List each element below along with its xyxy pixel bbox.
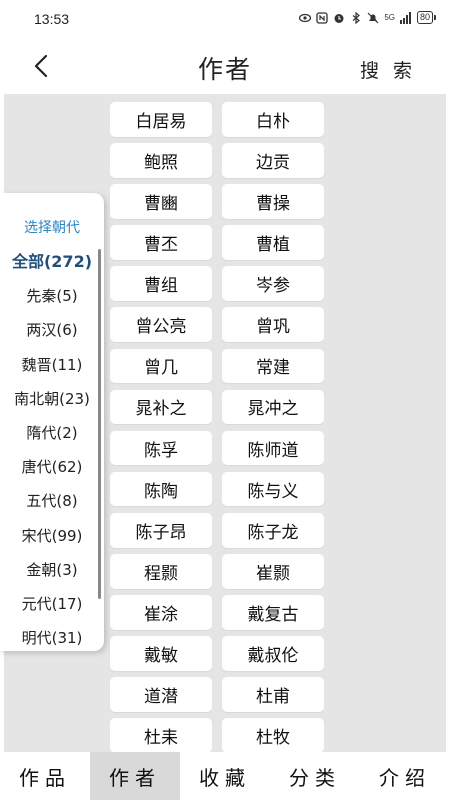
dynasty-item[interactable]: 金朝(3) xyxy=(0,553,104,587)
author-chip[interactable]: 崔涂 xyxy=(110,595,212,630)
author-chip[interactable]: 陈陶 xyxy=(110,471,212,507)
eye-icon xyxy=(299,13,312,22)
author-chip[interactable]: 边贡 xyxy=(222,143,324,178)
tab-favorites[interactable]: 收藏 xyxy=(180,752,270,800)
author-chip[interactable]: 戴敏 xyxy=(110,636,212,671)
dynasty-panel-title: 选择朝代 xyxy=(24,220,80,236)
tab-works[interactable]: 作品 xyxy=(0,752,90,800)
dynasty-list[interactable]: 全部(272) 先秦(5) 两汉(6) 魏晋(11) 南北朝(23) 隋代(2)… xyxy=(0,245,104,651)
author-chip[interactable]: 道潜 xyxy=(110,677,212,712)
search-button[interactable]: 搜 索 xyxy=(360,56,416,83)
author-chip[interactable]: 曹组 xyxy=(110,266,212,301)
nfc-icon xyxy=(316,11,328,24)
author-chip[interactable]: 杜牧 xyxy=(222,718,324,752)
battery-level: 80 xyxy=(416,11,433,24)
bluetooth-icon xyxy=(352,11,361,24)
author-grid: 白居易 白朴 鲍照 边贡 曹豳 曹操 曹丕 曹植 曹组 岑参 曾公亮 曾巩 曾几… xyxy=(110,102,338,752)
author-chip[interactable]: 曹丕 xyxy=(110,225,212,260)
dynasty-item[interactable]: 隋代(2) xyxy=(0,416,104,450)
dynasty-scrollbar[interactable] xyxy=(98,249,101,599)
status-icons: 5G 80 xyxy=(299,11,436,24)
author-chip[interactable]: 陈子龙 xyxy=(222,512,324,548)
signal-icon xyxy=(399,11,411,24)
author-chip[interactable]: 陈与义 xyxy=(222,471,324,507)
dynasty-item[interactable]: 宋代(99) xyxy=(0,519,104,553)
app-header: 作者 搜 索 xyxy=(0,40,450,94)
author-chip[interactable]: 陈孚 xyxy=(110,430,212,466)
dynasty-item[interactable]: 南北朝(23) xyxy=(0,382,104,416)
dynasty-panel: 选择朝代 全部(272) 先秦(5) 两汉(6) 魏晋(11) 南北朝(23) … xyxy=(0,193,104,651)
author-chip[interactable]: 崔颢 xyxy=(222,554,324,589)
alarm-icon xyxy=(334,13,344,23)
author-chip[interactable]: 程颢 xyxy=(110,554,212,589)
network-label: 5G xyxy=(384,13,395,22)
mute-icon xyxy=(367,12,379,23)
tab-authors[interactable]: 作者 xyxy=(90,752,180,800)
tab-categories[interactable]: 分类 xyxy=(270,752,360,800)
author-chip[interactable]: 曹豳 xyxy=(110,184,212,219)
dynasty-item[interactable]: 先秦(5) xyxy=(0,279,104,313)
author-chip[interactable]: 陈师道 xyxy=(222,430,324,466)
dynasty-item[interactable]: 明代(31) xyxy=(0,621,104,651)
tab-about[interactable]: 介绍 xyxy=(360,752,450,800)
author-chip[interactable]: 常建 xyxy=(222,348,324,384)
dynasty-item[interactable]: 两汉(6) xyxy=(0,313,104,347)
author-chip[interactable]: 曾公亮 xyxy=(110,307,212,343)
author-chip[interactable]: 曹操 xyxy=(222,184,324,219)
status-bar: 13:53 5G 80 xyxy=(0,0,450,40)
dynasty-item[interactable]: 五代(8) xyxy=(0,484,104,518)
battery-indicator: 80 xyxy=(416,11,436,24)
bottom-nav: 作品 作者 收藏 分类 介绍 xyxy=(0,752,450,800)
dynasty-item[interactable]: 唐代(62) xyxy=(0,450,104,484)
author-chip[interactable]: 晁补之 xyxy=(110,389,212,425)
dynasty-item-all[interactable]: 全部(272) xyxy=(0,245,104,279)
battery-tip xyxy=(434,15,436,20)
author-chip[interactable]: 白朴 xyxy=(222,102,324,137)
author-chip[interactable]: 戴复古 xyxy=(222,595,324,630)
author-chip[interactable]: 杜甫 xyxy=(222,677,324,712)
author-chip[interactable]: 曾巩 xyxy=(222,307,324,343)
author-chip[interactable]: 杜耒 xyxy=(110,718,212,752)
author-chip[interactable]: 陈子昂 xyxy=(110,512,212,548)
author-chip[interactable]: 白居易 xyxy=(110,102,212,137)
dynasty-item[interactable]: 元代(17) xyxy=(0,587,104,621)
author-chip[interactable]: 鲍照 xyxy=(110,143,212,178)
author-chip[interactable]: 曾几 xyxy=(110,348,212,384)
author-chip[interactable]: 晁冲之 xyxy=(222,389,324,425)
author-chip[interactable]: 曹植 xyxy=(222,225,324,260)
author-chip[interactable]: 岑参 xyxy=(222,266,324,301)
author-chip[interactable]: 戴叔伦 xyxy=(222,636,324,671)
dynasty-item[interactable]: 魏晋(11) xyxy=(0,348,104,382)
status-time: 13:53 xyxy=(34,11,70,27)
